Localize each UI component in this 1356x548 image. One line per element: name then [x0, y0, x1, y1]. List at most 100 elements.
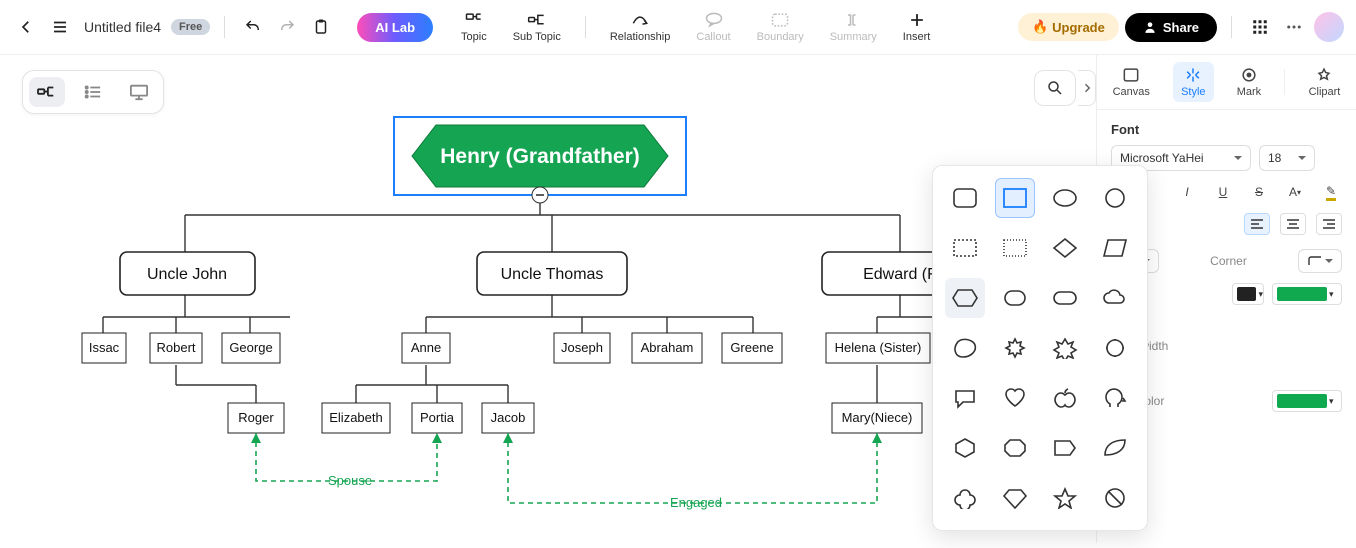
shape-dotted-rect[interactable]	[995, 228, 1035, 268]
font-color-button[interactable]: A▾	[1284, 181, 1306, 203]
node-portia[interactable]: Portia	[412, 403, 462, 433]
paste-button[interactable]	[307, 13, 335, 41]
share-button[interactable]: Share	[1125, 13, 1217, 42]
relationship-label-spouse[interactable]: Spouse	[328, 473, 372, 488]
filling-color-1[interactable]: ▾	[1232, 283, 1264, 305]
node-issac[interactable]: Issac	[82, 333, 126, 363]
node-anne[interactable]: Anne	[402, 333, 450, 363]
summary-tool: Summary	[820, 11, 887, 43]
shape-quatrefoil[interactable]	[945, 478, 985, 518]
node-roger[interactable]: Roger	[228, 403, 284, 433]
apps-grid-icon[interactable]	[1246, 13, 1274, 41]
node-uncle-thomas[interactable]: Uncle Thomas	[477, 252, 627, 295]
shape-rounded-square[interactable]	[945, 178, 985, 218]
shape-hexagon[interactable]	[945, 278, 985, 318]
underline-button[interactable]: U	[1212, 181, 1234, 203]
svg-text:Anne: Anne	[411, 340, 441, 355]
font-size-select[interactable]: 18	[1259, 145, 1315, 171]
tab-style[interactable]: Style	[1173, 62, 1213, 102]
shape-circle[interactable]	[1095, 178, 1135, 218]
shape-hexagon2[interactable]	[945, 428, 985, 468]
svg-text:Issac: Issac	[89, 340, 120, 355]
svg-text:Abraham: Abraham	[641, 340, 694, 355]
shape-pill[interactable]	[1045, 278, 1085, 318]
shape-parallelogram[interactable]	[1095, 228, 1135, 268]
file-title[interactable]: Untitled file4	[84, 19, 161, 35]
shape-no-shape[interactable]	[1095, 478, 1135, 518]
shape-dashed-rect[interactable]	[945, 228, 985, 268]
border-color-select[interactable]: ▾	[1272, 390, 1342, 412]
svg-text:Roger: Roger	[238, 410, 274, 425]
node-mary[interactable]: Mary(Niece)	[832, 403, 922, 433]
ai-lab-button[interactable]: AI Lab	[357, 13, 433, 42]
callout-tool: Callout	[686, 11, 740, 43]
corner-select[interactable]	[1298, 249, 1342, 273]
align-left-button[interactable]	[1244, 213, 1270, 235]
relationship-label-engaged[interactable]: Engaged	[670, 495, 722, 510]
undo-button[interactable]	[239, 13, 267, 41]
svg-text:Greene: Greene	[730, 340, 773, 355]
right-tabs: Canvas Style Mark Clipart	[1096, 55, 1356, 110]
shape-speech-bubble[interactable]	[945, 378, 985, 418]
shape-apple[interactable]	[1045, 378, 1085, 418]
node-joseph[interactable]: Joseph	[554, 333, 610, 363]
back-button[interactable]	[12, 13, 40, 41]
node-root[interactable]: Henry (Grandfather)	[394, 117, 686, 203]
svg-text:Robert: Robert	[156, 340, 195, 355]
tab-mark[interactable]: Mark	[1229, 62, 1269, 102]
shape-heart[interactable]	[995, 378, 1035, 418]
shape-star[interactable]	[1045, 478, 1085, 518]
redo-button[interactable]	[273, 13, 301, 41]
topic-tool[interactable]: Topic	[451, 11, 497, 43]
shape-tag[interactable]	[1045, 428, 1085, 468]
shape-rounded-hexagon[interactable]	[995, 278, 1035, 318]
node-george[interactable]: George	[222, 333, 280, 363]
shape-picker-popup	[932, 165, 1148, 531]
shape-cloud[interactable]	[1095, 278, 1135, 318]
italic-button[interactable]: I	[1176, 181, 1198, 203]
fire-icon: 🔥	[1032, 19, 1048, 35]
shape-diamond[interactable]	[1045, 228, 1085, 268]
shape-gem[interactable]	[995, 478, 1035, 518]
shape-blob[interactable]	[945, 328, 985, 368]
subtopic-tool[interactable]: Sub Topic	[503, 11, 571, 43]
svg-text:Uncle John: Uncle John	[147, 266, 227, 283]
shape-ellipse[interactable]	[1045, 178, 1085, 218]
shape-seal[interactable]	[1095, 328, 1135, 368]
corner-label: Corner	[1210, 254, 1247, 268]
tab-canvas[interactable]: Canvas	[1105, 62, 1158, 102]
filling-color-2[interactable]: ▾	[1272, 283, 1342, 305]
shape-star-burst[interactable]	[1045, 328, 1085, 368]
align-center-button[interactable]	[1280, 213, 1306, 235]
node-robert[interactable]: Robert	[150, 333, 202, 363]
free-badge: Free	[171, 19, 210, 35]
upgrade-button[interactable]: 🔥Upgrade	[1018, 13, 1119, 41]
insert-tool[interactable]: Insert	[893, 11, 941, 43]
node-uncle-john[interactable]: Uncle John	[120, 252, 255, 295]
more-menu-icon[interactable]	[1280, 13, 1308, 41]
avatar[interactable]	[1314, 12, 1344, 42]
svg-text:George: George	[229, 340, 272, 355]
svg-text:Joseph: Joseph	[561, 340, 603, 355]
node-abraham[interactable]: Abraham	[632, 333, 702, 363]
shape-octagon[interactable]	[995, 428, 1035, 468]
font-section-label: Font	[1111, 122, 1342, 137]
align-right-button[interactable]	[1316, 213, 1342, 235]
svg-text:Henry (Grandfather): Henry (Grandfather)	[440, 145, 640, 168]
node-jacob[interactable]: Jacob	[482, 403, 534, 433]
shape-square[interactable]	[995, 178, 1035, 218]
node-greene[interactable]: Greene	[722, 333, 782, 363]
shape-leaf[interactable]	[1095, 428, 1135, 468]
divider	[224, 16, 225, 38]
svg-text:Elizabeth: Elizabeth	[329, 410, 382, 425]
highlight-button[interactable]: ✎	[1320, 181, 1342, 203]
tab-clipart[interactable]: Clipart	[1301, 62, 1349, 102]
node-helena[interactable]: Helena (Sister)	[826, 333, 930, 363]
strikethrough-button[interactable]: S	[1248, 181, 1270, 203]
hamburger-menu-icon[interactable]	[46, 13, 74, 41]
shape-burst[interactable]	[995, 328, 1035, 368]
node-elizabeth[interactable]: Elizabeth	[322, 403, 390, 433]
shape-head[interactable]	[1095, 378, 1135, 418]
relationship-tool[interactable]: Relationship	[600, 11, 681, 43]
boundary-tool: Boundary	[747, 11, 814, 43]
